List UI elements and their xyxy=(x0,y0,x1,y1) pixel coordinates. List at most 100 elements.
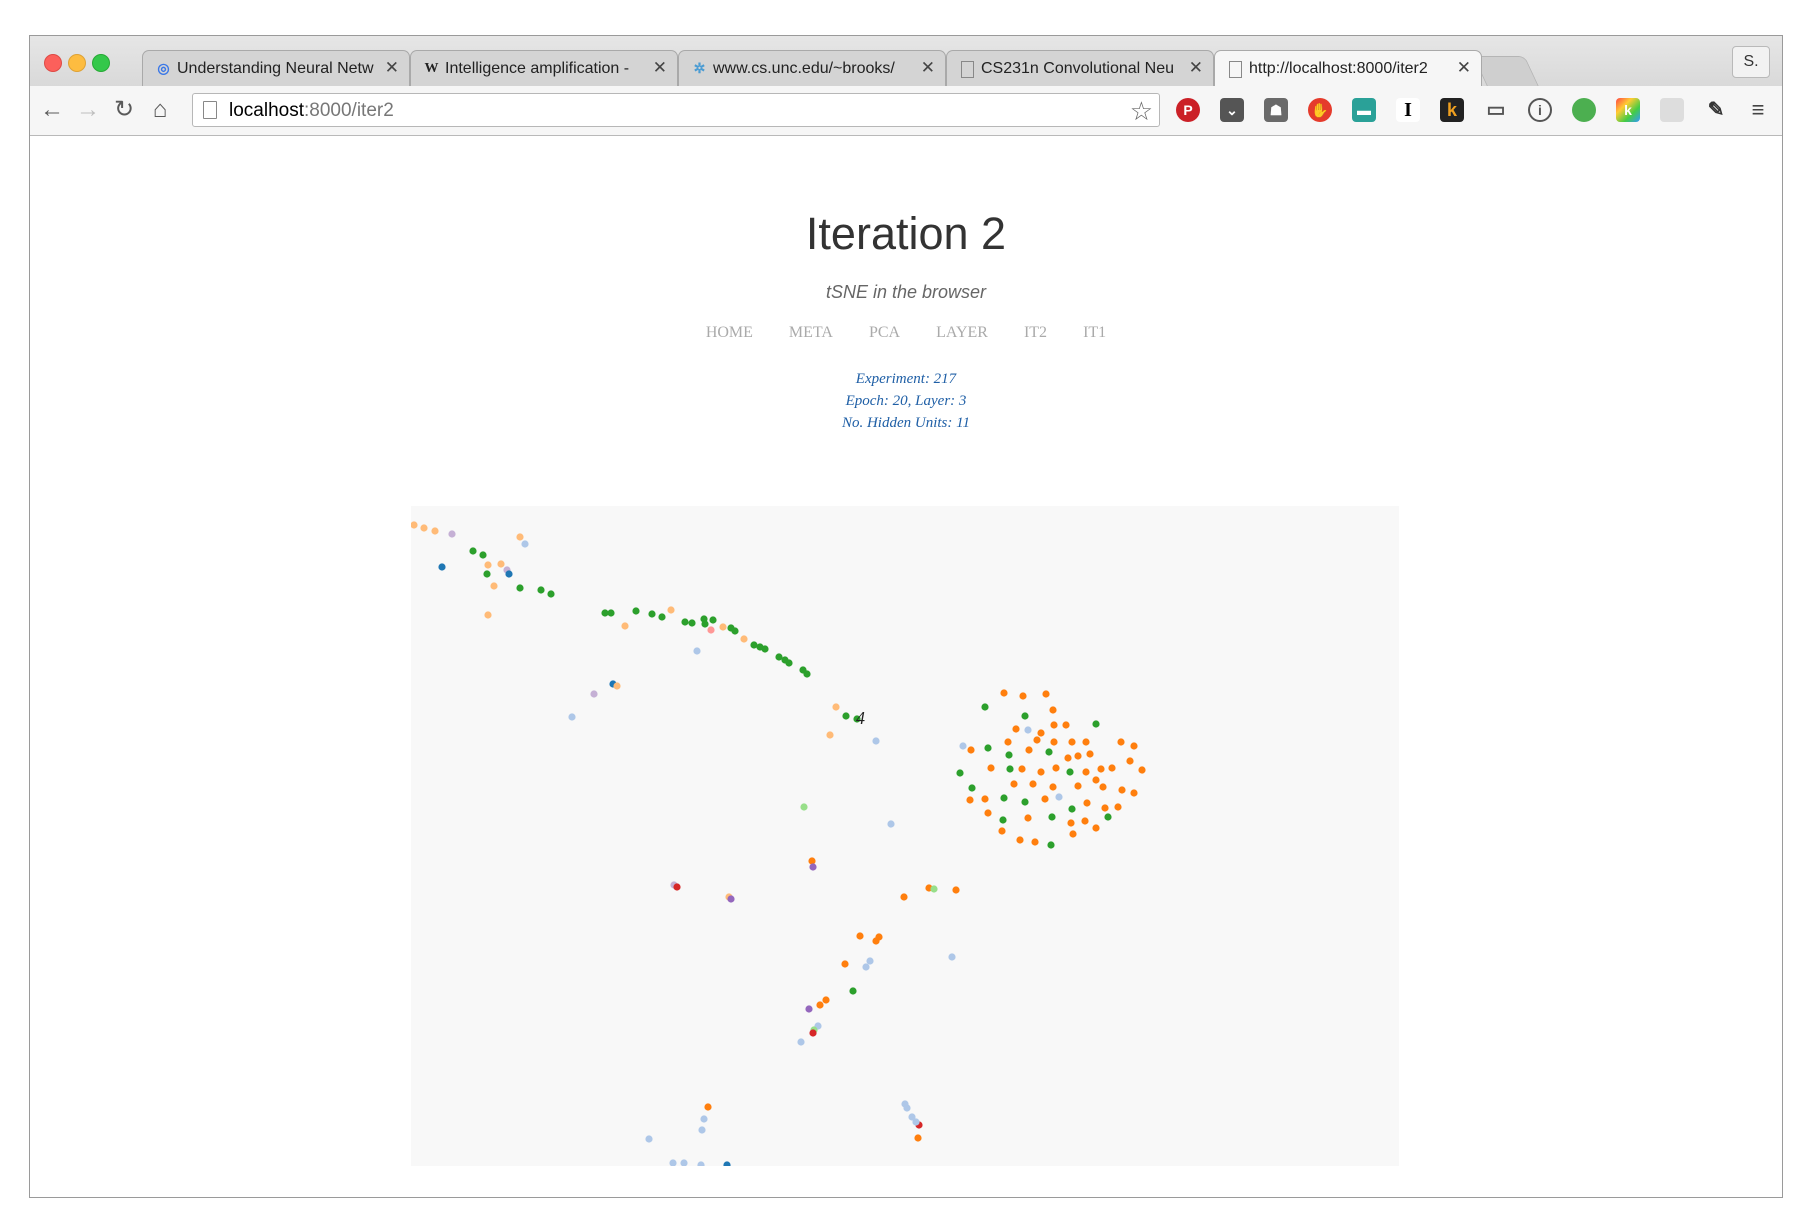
scatter-point[interactable] xyxy=(709,616,717,624)
scatter-point[interactable] xyxy=(875,933,883,941)
scatter-point[interactable] xyxy=(832,703,840,711)
scatter-point[interactable] xyxy=(1092,720,1100,728)
scatter-point[interactable] xyxy=(727,895,735,903)
scatter-point[interactable] xyxy=(680,1159,688,1166)
scatter-point[interactable] xyxy=(1021,798,1029,806)
hangouts-icon[interactable] xyxy=(1572,98,1596,122)
scatter-point[interactable] xyxy=(809,1029,817,1037)
tsne-scatter-svg[interactable]: 4 xyxy=(411,506,1399,1166)
scatter-point[interactable] xyxy=(1041,795,1049,803)
scatter-point[interactable] xyxy=(497,560,505,568)
nav-layer[interactable]: LAYER xyxy=(936,324,988,342)
scatter-point[interactable] xyxy=(1082,738,1090,746)
nav-it1[interactable]: IT1 xyxy=(1083,324,1106,342)
scatter-point[interactable] xyxy=(1092,824,1100,832)
scatter-point[interactable] xyxy=(1074,752,1082,760)
bookmark-star-icon[interactable]: ☆ xyxy=(1130,96,1153,127)
scatter-point[interactable] xyxy=(809,863,817,871)
scatter-point[interactable] xyxy=(1064,754,1072,762)
scatter-point[interactable] xyxy=(900,893,908,901)
scatter-point[interactable] xyxy=(808,857,816,865)
scatter-point[interactable] xyxy=(1019,692,1027,700)
scatter-point[interactable] xyxy=(856,932,864,940)
chat-icon[interactable] xyxy=(1660,98,1684,122)
scatter-point[interactable] xyxy=(1083,799,1091,807)
scatter-point[interactable] xyxy=(968,784,976,792)
tab-understanding-neural-networks[interactable]: ◎ Understanding Neural Netw ✕ xyxy=(142,50,410,86)
scatter-point[interactable] xyxy=(981,795,989,803)
scatter-point[interactable] xyxy=(667,606,675,614)
scatter-point[interactable] xyxy=(648,610,656,618)
scatter-point[interactable] xyxy=(516,584,524,592)
scatter-point[interactable] xyxy=(420,524,428,532)
scatter-point[interactable] xyxy=(1049,706,1057,714)
scatter-point[interactable] xyxy=(1049,783,1057,791)
close-tab-icon[interactable]: ✕ xyxy=(921,58,935,78)
scatter-point[interactable] xyxy=(484,611,492,619)
scatter-point[interactable] xyxy=(658,613,666,621)
scatter-point[interactable] xyxy=(704,1103,712,1111)
tab-cs-unc-brooks[interactable]: ✲ www.cs.unc.edu/~brooks/ ✕ xyxy=(678,50,946,86)
scatter-point[interactable] xyxy=(479,551,487,559)
scatter-point[interactable] xyxy=(613,682,621,690)
close-tab-icon[interactable]: ✕ xyxy=(653,58,667,78)
scatter-point[interactable] xyxy=(673,883,681,891)
cast-icon[interactable]: ▭ xyxy=(1484,98,1508,122)
scatter-point[interactable] xyxy=(607,609,615,617)
scatter-point[interactable] xyxy=(1108,764,1116,772)
close-tab-icon[interactable]: ✕ xyxy=(385,58,399,78)
profile-button[interactable]: S. xyxy=(1732,46,1770,78)
forward-icon[interactable]: → xyxy=(74,96,102,124)
scatter-point[interactable] xyxy=(1024,726,1032,734)
scatter-point[interactable] xyxy=(1117,738,1125,746)
scatter-point[interactable] xyxy=(872,737,880,745)
scatter-point[interactable] xyxy=(984,744,992,752)
back-icon[interactable]: ← xyxy=(38,96,66,124)
scatter-point[interactable] xyxy=(1101,804,1109,812)
scatter-point[interactable] xyxy=(1099,783,1107,791)
maximize-window-button[interactable] xyxy=(92,54,110,72)
scatter-point[interactable] xyxy=(568,713,576,721)
scatter-point[interactable] xyxy=(669,1159,677,1166)
scatter-point[interactable] xyxy=(862,963,870,971)
kindle-icon[interactable]: k xyxy=(1440,98,1464,122)
scatter-point[interactable] xyxy=(697,1161,705,1166)
scatter-point[interactable] xyxy=(1104,813,1112,821)
scatter-point[interactable] xyxy=(826,731,834,739)
scatter-point[interactable] xyxy=(1004,738,1012,746)
scatter-point[interactable] xyxy=(688,619,696,627)
scatter-point[interactable] xyxy=(956,769,964,777)
scatter-point[interactable] xyxy=(1010,780,1018,788)
scatter-point[interactable] xyxy=(1037,768,1045,776)
scatter-point[interactable] xyxy=(590,690,598,698)
scatter-point[interactable] xyxy=(681,618,689,626)
eyedropper-icon[interactable]: ✎ xyxy=(1704,98,1728,122)
scatter-point[interactable] xyxy=(1005,751,1013,759)
scatter-point[interactable] xyxy=(484,561,492,569)
close-tab-icon[interactable]: ✕ xyxy=(1457,58,1471,78)
scatter-point[interactable] xyxy=(621,622,629,630)
onepassword-icon[interactable]: i xyxy=(1528,98,1552,122)
scatter-point[interactable] xyxy=(1016,836,1024,844)
scatter-point[interactable] xyxy=(1074,782,1082,790)
scatter-point[interactable] xyxy=(952,886,960,894)
scatter-point[interactable] xyxy=(1126,757,1134,765)
scatter-point[interactable] xyxy=(803,670,811,678)
instapaper-icon[interactable]: I xyxy=(1396,98,1420,122)
scatter-point[interactable] xyxy=(1012,725,1020,733)
tab-cs231n[interactable]: CS231n Convolutional Neu ✕ xyxy=(946,50,1214,86)
address-bar[interactable]: localhost:8000/iter2 ☆ xyxy=(192,93,1160,127)
scatter-point[interactable] xyxy=(431,527,439,535)
scatter-point[interactable] xyxy=(505,570,513,578)
scatter-point[interactable] xyxy=(903,1104,911,1112)
scatter-point[interactable] xyxy=(645,1135,653,1143)
scatter-point[interactable] xyxy=(1031,838,1039,846)
scatter-point[interactable] xyxy=(469,547,477,555)
tab-intelligence-amplification[interactable]: W Intelligence amplification - ✕ xyxy=(410,50,678,86)
scatter-point[interactable] xyxy=(1081,817,1089,825)
evernote-icon[interactable]: ☗ xyxy=(1264,98,1288,122)
nav-meta[interactable]: META xyxy=(789,324,833,342)
scatter-point[interactable] xyxy=(1024,814,1032,822)
scatter-point[interactable] xyxy=(1069,830,1077,838)
scatter-point[interactable] xyxy=(411,521,418,529)
